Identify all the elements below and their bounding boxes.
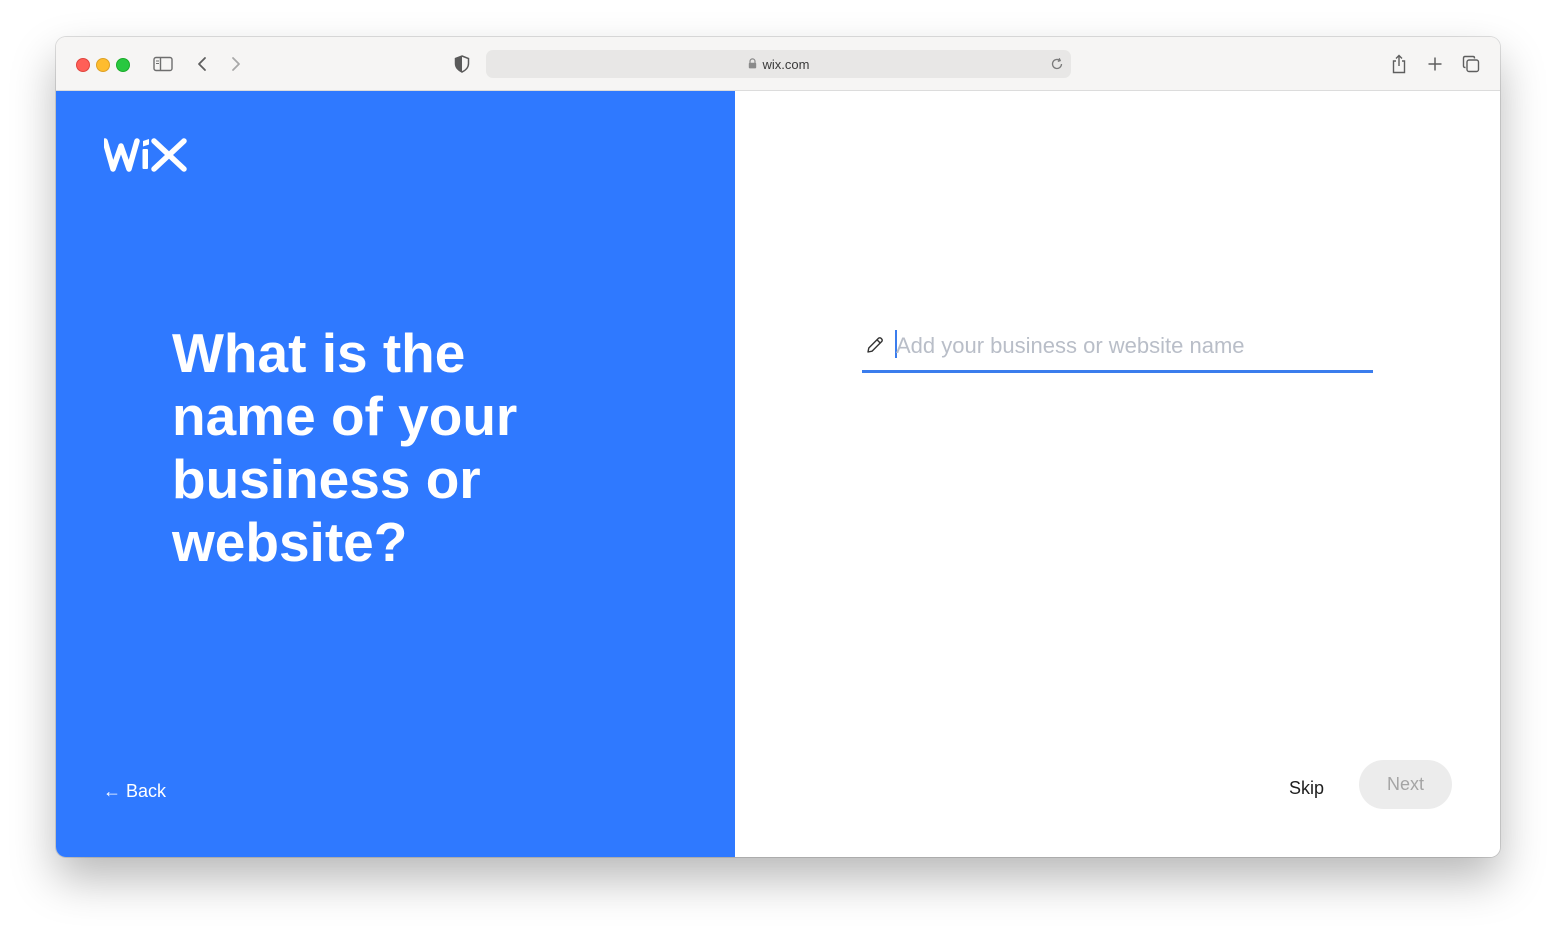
browser-toolbar: wix.com xyxy=(56,37,1500,91)
right-panel: Skip Next xyxy=(735,91,1500,857)
back-link[interactable]: ← Back xyxy=(103,781,166,802)
chevron-left-icon[interactable] xyxy=(191,53,213,75)
share-icon[interactable] xyxy=(1388,53,1410,75)
reload-icon[interactable] xyxy=(1050,57,1064,76)
window-maximize-button[interactable] xyxy=(116,58,130,72)
business-name-input[interactable] xyxy=(896,328,1366,364)
browser-window: wix.com What is the name of your busines… xyxy=(56,37,1500,857)
next-button-label: Next xyxy=(1386,774,1424,794)
back-link-label: ← Back xyxy=(103,781,167,801)
skip-button-label: Skip xyxy=(1289,777,1325,798)
next-button[interactable]: Next xyxy=(1359,760,1452,809)
tab-overview-icon[interactable] xyxy=(1460,53,1482,75)
plus-icon[interactable] xyxy=(1424,53,1446,75)
shield-icon[interactable] xyxy=(451,53,473,75)
page-title: What is the name of your business or web… xyxy=(172,322,518,573)
business-name-field[interactable] xyxy=(862,324,1373,373)
window-minimize-button[interactable] xyxy=(96,58,110,72)
address-bar[interactable]: wix.com xyxy=(486,50,1071,78)
lock-icon xyxy=(748,57,757,72)
skip-button[interactable]: Skip xyxy=(1283,758,1330,818)
chevron-right-icon[interactable] xyxy=(225,53,247,75)
wix-logo xyxy=(102,136,188,176)
pencil-icon xyxy=(865,335,885,355)
sidebar-toggle-icon[interactable] xyxy=(152,53,174,75)
left-panel: What is the name of your business or web… xyxy=(56,91,735,857)
window-close-button[interactable] xyxy=(76,58,90,72)
address-url: wix.com xyxy=(762,56,810,72)
